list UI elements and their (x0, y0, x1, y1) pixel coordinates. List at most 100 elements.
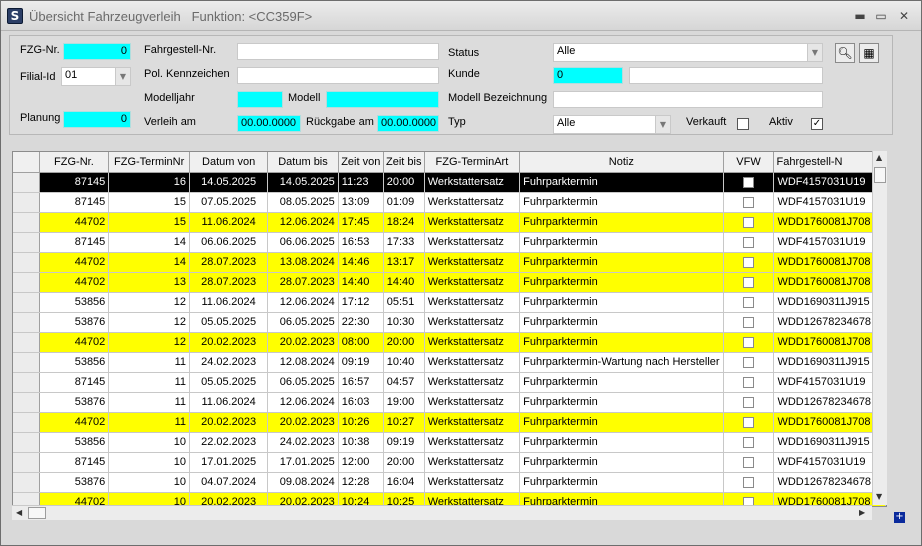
cell-fahrgestell-nr[interactable]: WDD12678234678 (773, 312, 886, 333)
cell-datum-von[interactable]: 07.05.2025 (189, 192, 269, 213)
cell-fzg-nr[interactable]: 53856 (39, 432, 110, 453)
cell-fzg-nr[interactable]: 53856 (39, 292, 110, 313)
column-header[interactable]: Datum bis (267, 152, 339, 173)
cell-zeit-bis[interactable]: 01:09 (383, 192, 425, 213)
cell-fzg-nr[interactable]: 87145 (39, 372, 110, 393)
cell-datum-von[interactable]: 20.02.2023 (189, 412, 269, 433)
cell-vfw[interactable] (723, 252, 775, 273)
cell-zeit-bis[interactable]: 17:33 (383, 232, 425, 253)
table-row[interactable]: 44702 14 28.07.2023 13.08.2024 14:46 13:17 Wer… (13, 252, 886, 273)
aktiv-checkbox[interactable]: ✓ (811, 118, 823, 130)
kunde-name-field[interactable] (629, 67, 823, 84)
cell-notiz[interactable]: Fuhrparktermin (519, 172, 724, 193)
table-row[interactable]: 44702 13 28.07.2023 28.07.2023 14:40 14:40 Wer… (13, 272, 886, 293)
cell-zeit-von[interactable]: 08:00 (338, 332, 384, 353)
cell-fzg-nr[interactable]: 87145 (39, 452, 110, 473)
cell-fzg-nr[interactable]: 87145 (39, 192, 110, 213)
cell-termin-art[interactable]: Werkstattersatz (424, 452, 521, 473)
cell-termin-nr[interactable]: 15 (108, 212, 191, 233)
cell-zeit-von[interactable]: 22:30 (338, 312, 384, 333)
cell-datum-von[interactable]: 28.07.2023 (189, 272, 269, 293)
scroll-left-icon[interactable]: ◀ (16, 508, 22, 517)
cell-notiz[interactable]: Fuhrparktermin (519, 372, 724, 393)
cell-zeit-bis[interactable]: 16:04 (383, 472, 425, 493)
row-selector[interactable] (13, 352, 40, 373)
cell-vfw[interactable] (723, 412, 775, 433)
cell-vfw[interactable] (723, 232, 775, 253)
column-header[interactable]: Fahrgestell-N (773, 152, 886, 173)
cell-zeit-bis[interactable]: 05:51 (383, 292, 425, 313)
vfw-checkbox[interactable] (743, 216, 755, 228)
cell-notiz[interactable]: Fuhrparktermin (519, 452, 724, 473)
table-row[interactable]: 53856 10 22.02.2023 24.02.2023 10:38 09:19 Wer… (13, 432, 886, 453)
cell-notiz[interactable]: Fuhrparktermin (519, 272, 724, 293)
vfw-checkbox[interactable] (743, 176, 755, 188)
row-selector[interactable] (13, 172, 40, 193)
modell-field[interactable] (326, 91, 439, 108)
vfw-checkbox[interactable] (743, 396, 755, 408)
vfw-checkbox[interactable] (743, 376, 755, 388)
column-header[interactable]: FZG-TerminNr (108, 152, 191, 173)
column-header[interactable]: FZG-TerminArt (424, 152, 521, 173)
cell-fzg-nr[interactable]: 44702 (39, 272, 110, 293)
table-row[interactable]: 44702 11 20.02.2023 20.02.2023 10:26 10:27 Wer… (13, 412, 886, 433)
vfw-checkbox[interactable] (743, 256, 755, 268)
cell-zeit-von[interactable]: 13:09 (338, 192, 384, 213)
cell-termin-nr[interactable]: 11 (108, 412, 191, 433)
cell-fahrgestell-nr[interactable]: WDD12678234678 (773, 472, 886, 493)
cell-datum-bis[interactable]: 12.06.2024 (267, 292, 339, 313)
verkauft-checkbox[interactable] (737, 118, 749, 130)
cell-zeit-bis[interactable]: 18:24 (383, 212, 425, 233)
vfw-checkbox[interactable] (743, 416, 755, 428)
chevron-down-icon[interactable]: ▼ (115, 68, 130, 85)
cell-fzg-nr[interactable]: 44702 (39, 212, 110, 233)
add-icon[interactable]: + (894, 512, 905, 523)
cell-fzg-nr[interactable]: 87145 (39, 172, 110, 193)
cell-datum-bis[interactable]: 12.06.2024 (267, 212, 339, 233)
cell-datum-bis[interactable]: 20.02.2023 (267, 412, 339, 433)
scroll-right-icon[interactable]: ▶ (859, 508, 865, 517)
column-header[interactable]: Zeit bis (383, 152, 425, 173)
row-selector[interactable] (13, 212, 40, 233)
cell-fahrgestell-nr[interactable]: WDD1690311J915 (773, 432, 886, 453)
cell-datum-von[interactable]: 22.02.2023 (189, 432, 269, 453)
cell-datum-bis[interactable]: 28.07.2023 (267, 272, 339, 293)
cell-vfw[interactable] (723, 272, 775, 293)
cell-termin-art[interactable]: Werkstattersatz (424, 412, 521, 433)
row-selector[interactable] (13, 432, 40, 453)
cell-termin-nr[interactable]: 15 (108, 192, 191, 213)
cell-notiz[interactable]: Fuhrparktermin (519, 192, 724, 213)
cell-fzg-nr[interactable]: 53876 (39, 392, 110, 413)
column-header[interactable]: Notiz (519, 152, 724, 173)
cell-fzg-nr[interactable]: 53876 (39, 312, 110, 333)
cell-notiz[interactable]: Fuhrparktermin (519, 212, 724, 233)
cell-termin-art[interactable]: Werkstattersatz (424, 272, 521, 293)
vertical-scrollbar[interactable]: ▲ ▼ (872, 151, 887, 505)
row-selector[interactable] (13, 452, 40, 473)
status-select[interactable]: Alle ▼ (553, 43, 823, 62)
vertical-scroll-thumb[interactable] (874, 167, 886, 183)
row-selector[interactable] (13, 232, 40, 253)
cell-vfw[interactable] (723, 352, 775, 373)
vfw-checkbox[interactable] (743, 296, 755, 308)
planung-field[interactable]: 0 (63, 111, 131, 128)
cell-datum-bis[interactable]: 06.05.2025 (267, 372, 339, 393)
cell-termin-nr[interactable]: 10 (108, 452, 191, 473)
cell-zeit-bis[interactable]: 10:30 (383, 312, 425, 333)
cell-zeit-bis[interactable]: 20:00 (383, 452, 425, 473)
cell-vfw[interactable] (723, 392, 775, 413)
cell-termin-art[interactable]: Werkstattersatz (424, 312, 521, 333)
cell-notiz[interactable]: Fuhrparktermin (519, 332, 724, 353)
vfw-checkbox[interactable] (743, 316, 755, 328)
chevron-down-icon[interactable]: ▼ (655, 116, 670, 133)
cell-vfw[interactable] (723, 192, 775, 213)
row-selector[interactable] (13, 372, 40, 393)
minimize-button[interactable]: ▬ (851, 8, 869, 24)
row-selector[interactable] (13, 192, 40, 213)
cell-termin-art[interactable]: Werkstattersatz (424, 192, 521, 213)
cell-zeit-von[interactable]: 17:12 (338, 292, 384, 313)
table-row[interactable]: 44702 15 11.06.2024 12.06.2024 17:45 18:24 Wer… (13, 212, 886, 233)
cell-datum-von[interactable]: 11.06.2024 (189, 292, 269, 313)
cell-termin-nr[interactable]: 12 (108, 332, 191, 353)
cell-datum-bis[interactable]: 13.08.2024 (267, 252, 339, 273)
